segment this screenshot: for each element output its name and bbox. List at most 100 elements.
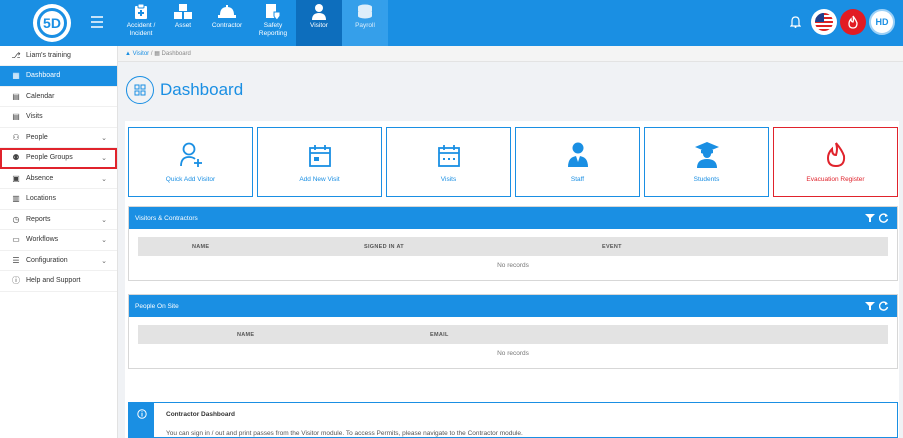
calendar-icon: ▤ [11, 92, 21, 101]
asset-icon [174, 4, 192, 20]
accident-icon [134, 4, 148, 20]
notifications-button[interactable] [782, 9, 808, 35]
info-title: Contractor Dashboard [166, 411, 235, 418]
chevron-down-icon: ⌄ [101, 216, 107, 224]
sidebar-item-visits[interactable]: ▤ Visits [0, 107, 117, 128]
branch-icon: ⎇ [11, 51, 21, 60]
sidebar-item-configuration[interactable]: ☰ Configuration ⌄ [0, 251, 117, 272]
refresh-icon[interactable] [879, 213, 889, 223]
tile-label: Add New Visit [299, 176, 339, 183]
menu-toggle-icon[interactable] [91, 16, 103, 31]
app-logo[interactable]: 5D [33, 4, 71, 42]
payroll-icon [356, 4, 374, 20]
language-button[interactable] [811, 9, 837, 35]
breadcrumb-dashboard-icon: ▦ [154, 50, 160, 57]
tile-label: Evacuation Register [806, 176, 864, 183]
quick-tiles: Quick Add Visitor Add New Visit Visits S… [128, 127, 898, 197]
students-tile[interactable]: Students [644, 127, 769, 197]
panel-title: Visitors & Contractors [135, 215, 198, 222]
filter-icon[interactable] [865, 301, 875, 311]
module-asset[interactable]: Asset [162, 0, 204, 46]
column-header[interactable]: EVENT [602, 244, 622, 250]
sidebar-item-label: Configuration [26, 257, 68, 264]
logo-area: 5D [0, 0, 118, 46]
people-on-site-panel: People On Site NAME EMAIL No records [128, 294, 898, 369]
module-label: Safety Reporting [250, 22, 296, 38]
sidebar-item-people[interactable]: ⚇ People ⌄ [0, 128, 117, 149]
quick-add-visitor-tile[interactable]: Quick Add Visitor [128, 127, 253, 197]
training-selector[interactable]: ⎇ Liam's training [0, 46, 117, 66]
module-visitor[interactable]: Visitor [296, 0, 342, 46]
add-user-icon [179, 142, 203, 168]
sidebar-item-label: Workflows [26, 236, 58, 243]
column-header[interactable]: EMAIL [430, 332, 449, 338]
sidebar: ⎇ Liam's training ▦ Dashboard ▤ Calendar… [0, 46, 118, 438]
sidebar-item-calendar[interactable]: ▤ Calendar [0, 87, 117, 108]
column-header[interactable]: SIGNED IN AT [364, 244, 404, 250]
evacuation-register-tile[interactable]: Evacuation Register [773, 127, 898, 197]
student-icon [694, 142, 720, 168]
empty-state: No records [129, 350, 897, 357]
staff-tile[interactable]: Staff [515, 127, 640, 197]
sidebar-item-absence[interactable]: ▣ Absence ⌄ [0, 169, 117, 190]
panel-tools [865, 213, 889, 223]
module-label: Visitor [310, 22, 328, 30]
sidebar-item-people-groups[interactable]: ⚉ People Groups ⌄ [0, 148, 117, 169]
sidebar-title: Liam's training [26, 52, 71, 59]
header-actions: HD [779, 9, 895, 35]
visitors-contractors-panel: Visitors & Contractors NAME SIGNED IN AT… [128, 206, 898, 281]
module-contractor[interactable]: Contractor [204, 0, 250, 46]
safety-reporting-icon [265, 4, 281, 20]
visitor-icon [311, 4, 327, 20]
configuration-icon: ☰ [11, 256, 21, 265]
staff-icon [566, 142, 590, 168]
column-header[interactable]: NAME [192, 244, 209, 250]
panel-title: People On Site [135, 303, 179, 310]
logo-text: 5D [37, 8, 67, 38]
panel-header: People On Site [129, 295, 897, 317]
sidebar-item-label: Help and Support [26, 277, 80, 284]
info-text: You can sign in / out and print passes f… [166, 430, 523, 437]
workflows-icon: ▭ [11, 235, 21, 244]
sidebar-item-label: Dashboard [26, 72, 60, 79]
sidebar-item-label: Absence [26, 175, 53, 182]
evacuation-button[interactable] [840, 9, 866, 35]
top-bar: 5D Accident / Incident Asset Contractor … [0, 0, 903, 46]
column-header[interactable]: NAME [237, 332, 254, 338]
breadcrumb-module: Visitor [133, 51, 150, 57]
breadcrumb-visitor-link[interactable]: ▲ Visitor [125, 51, 149, 57]
add-new-visit-tile[interactable]: Add New Visit [257, 127, 382, 197]
contractor-icon [217, 4, 237, 20]
sidebar-item-locations[interactable]: ▥ Locations [0, 189, 117, 210]
sidebar-item-dashboard[interactable]: ▦ Dashboard [0, 66, 117, 87]
dashboard-icon: ▦ [11, 71, 21, 80]
module-payroll[interactable]: Payroll [342, 0, 388, 46]
chevron-down-icon: ⌄ [101, 257, 107, 265]
empty-state: No records [129, 262, 897, 269]
chevron-down-icon: ⌄ [101, 175, 107, 183]
user-avatar[interactable]: HD [869, 9, 895, 35]
module-safety-reporting[interactable]: Safety Reporting [250, 0, 296, 46]
sidebar-item-workflows[interactable]: ▭ Workflows ⌄ [0, 230, 117, 251]
sidebar-item-help[interactable]: ⓘ Help and Support [0, 271, 117, 292]
breadcrumb-separator: / [151, 51, 153, 57]
chevron-down-icon: ⌄ [101, 134, 107, 142]
module-label: Accident / Incident [120, 22, 162, 38]
calendar-icon [437, 144, 461, 168]
sidebar-item-label: Calendar [26, 93, 54, 100]
dashboard-content: Quick Add Visitor Add New Visit Visits S… [125, 121, 899, 438]
filter-icon[interactable] [865, 213, 875, 223]
sidebar-item-label: People Groups [26, 154, 73, 161]
refresh-icon[interactable] [879, 301, 889, 311]
sidebar-item-reports[interactable]: ◷ Reports ⌄ [0, 210, 117, 231]
dashboard-icon [126, 76, 154, 104]
reports-icon: ◷ [11, 215, 21, 224]
module-accident-incident[interactable]: Accident / Incident [120, 0, 162, 46]
panel-header: Visitors & Contractors [129, 207, 897, 229]
module-label: Contractor [212, 22, 242, 30]
people-icon: ⚇ [11, 133, 21, 142]
calendar-add-icon [308, 144, 332, 168]
main-area: ▲ Visitor / ▦ Dashboard Dashboard Quick … [118, 46, 903, 438]
tile-label: Staff [571, 176, 584, 183]
visits-tile[interactable]: Visits [386, 127, 511, 197]
